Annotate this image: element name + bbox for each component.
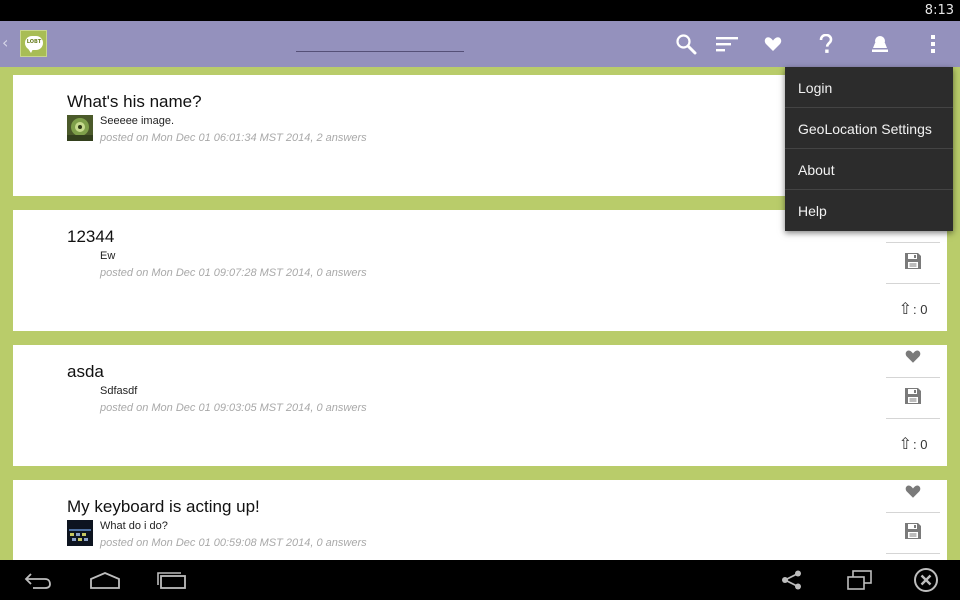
save-button[interactable] bbox=[886, 378, 940, 418]
question-meta: posted on Mon Dec 01 00:59:08 MST 2014, … bbox=[100, 537, 367, 549]
app-logo[interactable]: LOBT bbox=[20, 30, 47, 57]
question-title[interactable]: What's his name? bbox=[67, 92, 202, 112]
question-actions bbox=[886, 480, 940, 560]
upvote-icon[interactable]: ⇧ bbox=[899, 434, 912, 454]
vote-value: : 0 bbox=[912, 301, 928, 317]
back-icon[interactable] bbox=[18, 568, 58, 592]
save-icon bbox=[904, 387, 922, 409]
menu-item-geolocation-settings[interactable]: GeoLocation Settings bbox=[785, 108, 953, 149]
vote-value: : 0 bbox=[912, 436, 928, 452]
save-icon bbox=[904, 252, 922, 274]
heart-icon[interactable] bbox=[758, 29, 788, 59]
recent-apps-icon[interactable] bbox=[152, 568, 192, 592]
overflow-menu: Login GeoLocation Settings About Help bbox=[785, 67, 953, 231]
help-icon[interactable] bbox=[811, 29, 841, 59]
question-actions: ⇧: 0 bbox=[886, 345, 940, 466]
vote-count[interactable]: ⇧: 0 bbox=[886, 297, 940, 321]
close-icon[interactable] bbox=[906, 568, 946, 592]
vote-count[interactable]: ⇧: 0 bbox=[886, 432, 940, 456]
question-title[interactable]: 12344 bbox=[67, 227, 114, 247]
share-icon[interactable] bbox=[772, 568, 812, 592]
question-card[interactable]: My keyboard is acting up! What do i do? … bbox=[13, 480, 947, 560]
overflow-menu-icon[interactable] bbox=[918, 29, 948, 59]
favorite-button[interactable] bbox=[886, 338, 940, 378]
up-chevron-icon[interactable]: ‹ bbox=[2, 33, 12, 53]
sort-icon[interactable] bbox=[712, 29, 742, 59]
app-logo-text: LOBT bbox=[26, 39, 42, 45]
question-thumbnail[interactable] bbox=[67, 115, 93, 141]
question-body: Seeeee image. bbox=[100, 115, 174, 127]
save-button[interactable] bbox=[886, 243, 940, 283]
question-meta: posted on Mon Dec 01 09:03:05 MST 2014, … bbox=[100, 402, 367, 414]
search-icon[interactable] bbox=[671, 29, 701, 59]
window-icon[interactable] bbox=[840, 568, 880, 592]
question-body: What do i do? bbox=[100, 520, 168, 532]
search-field[interactable] bbox=[296, 38, 464, 52]
question-thumbnail[interactable] bbox=[67, 520, 93, 546]
menu-item-about[interactable]: About bbox=[785, 149, 953, 190]
navigation-bar bbox=[0, 560, 960, 600]
action-bar: ‹ LOBT bbox=[0, 21, 960, 67]
question-body: Sdfasdf bbox=[100, 385, 138, 397]
question-meta: posted on Mon Dec 01 09:07:28 MST 2014, … bbox=[100, 267, 367, 279]
save-button[interactable] bbox=[886, 513, 940, 553]
heart-icon bbox=[905, 484, 921, 503]
status-time: 8:13 bbox=[924, 3, 954, 18]
status-bar: 8:13 bbox=[0, 0, 960, 21]
home-icon[interactable] bbox=[85, 568, 125, 592]
question-body: Ew bbox=[100, 250, 116, 262]
heart-icon bbox=[905, 349, 921, 368]
upvote-icon[interactable]: ⇧ bbox=[899, 299, 912, 319]
question-title[interactable]: My keyboard is acting up! bbox=[67, 497, 260, 517]
question-meta: posted on Mon Dec 01 06:01:34 MST 2014, … bbox=[100, 132, 367, 144]
menu-item-help[interactable]: Help bbox=[785, 190, 953, 231]
question-title[interactable]: asda bbox=[67, 362, 104, 382]
save-icon bbox=[904, 522, 922, 544]
account-icon[interactable] bbox=[865, 29, 895, 59]
question-card[interactable]: asda Sdfasdf posted on Mon Dec 01 09:03:… bbox=[13, 345, 947, 466]
menu-item-login[interactable]: Login bbox=[785, 67, 953, 108]
favorite-button[interactable] bbox=[886, 473, 940, 513]
